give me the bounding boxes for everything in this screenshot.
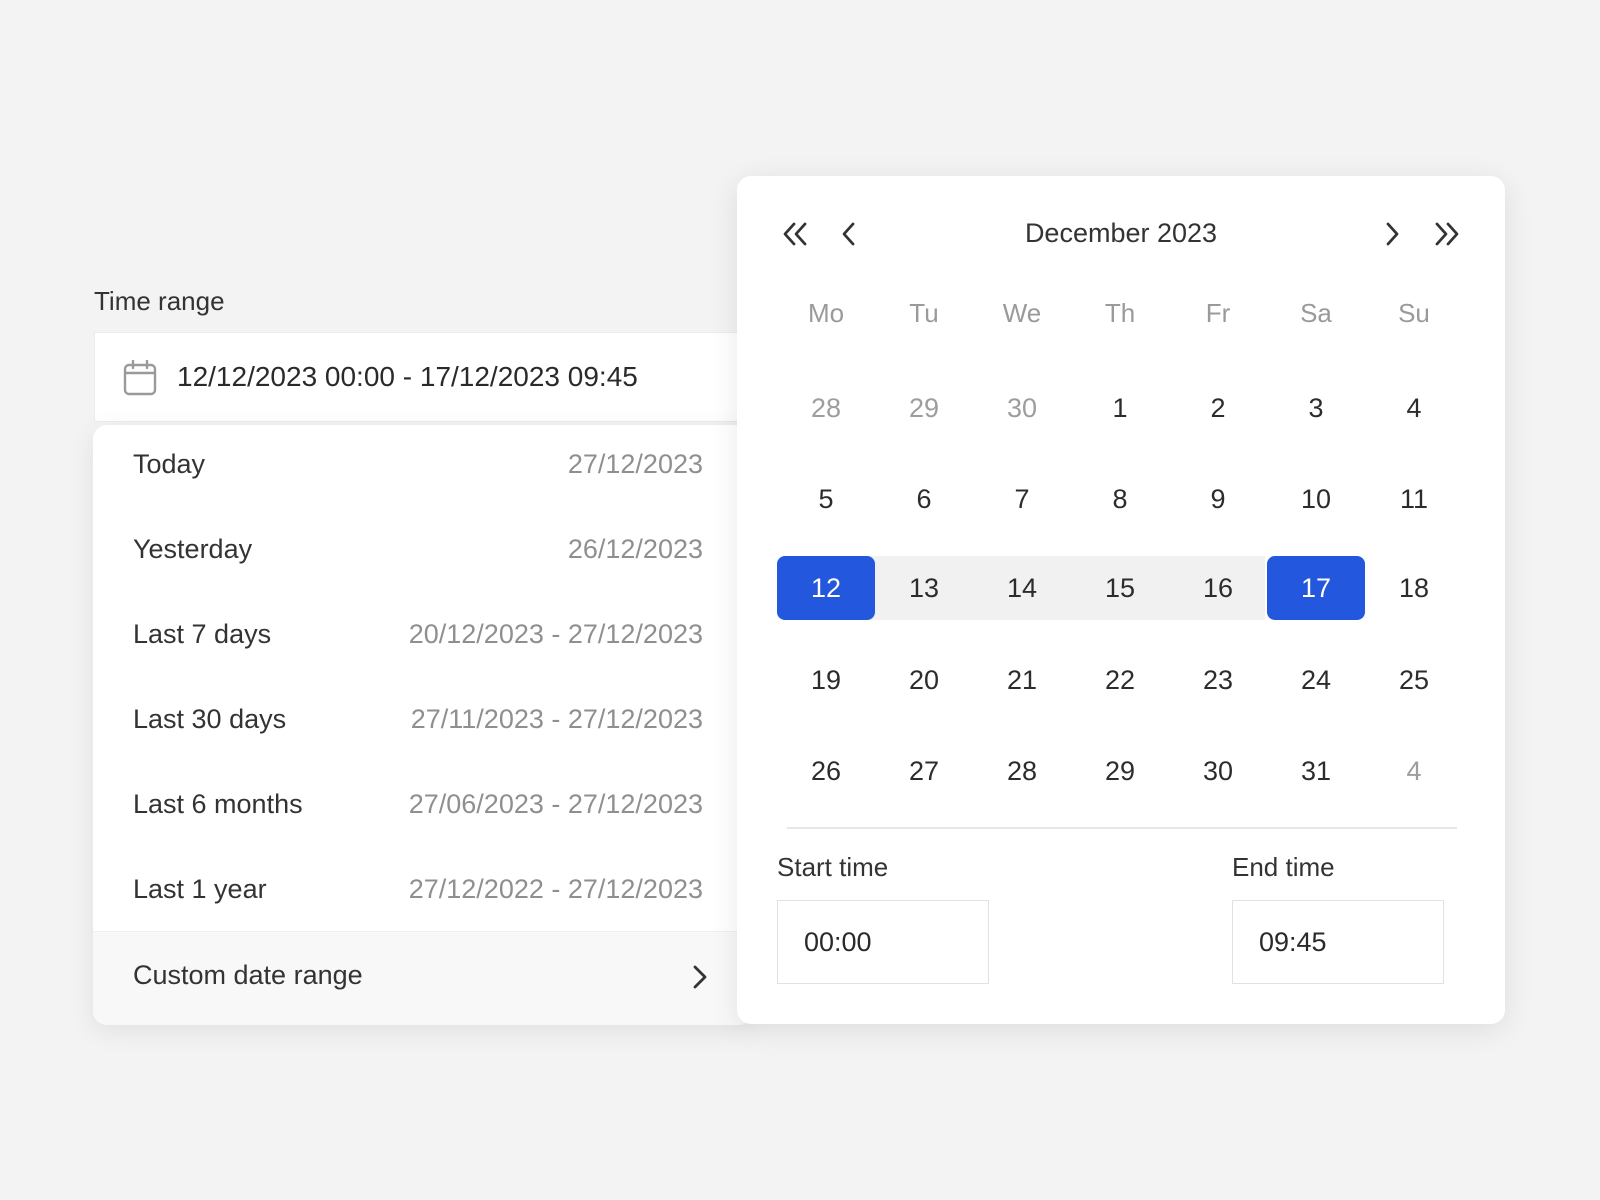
custom-date-range-item[interactable]: Custom date range — [93, 931, 753, 1025]
calendar-panel: December 2023 Mo Tu We Th Fr Sa Su 28 29 3… — [737, 176, 1505, 1024]
day-cell-in-range[interactable]: 13 — [875, 556, 973, 620]
preset-range: 27/06/2023 - 27/12/2023 — [408, 789, 703, 819]
preset-label: Yesterday — [133, 534, 253, 564]
weekday-header: Sa — [1300, 298, 1332, 328]
time-range-label: Time range — [94, 286, 225, 316]
day-cell[interactable]: 19 — [777, 648, 875, 712]
chevron-right-icon — [689, 962, 711, 992]
chevron-right-icon — [1372, 222, 1412, 258]
preset-range: 27/11/2023 - 27/12/2023 — [410, 704, 703, 734]
weekday-header: Th — [1104, 298, 1136, 328]
day-cell[interactable]: 8 — [1071, 467, 1169, 531]
weekday-header: Fr — [1205, 298, 1231, 328]
day-cell[interactable]: 5 — [777, 467, 875, 531]
calendar-icon — [123, 359, 157, 396]
day-cell[interactable]: 11 — [1365, 467, 1463, 531]
day-cell[interactable]: 27 — [875, 739, 973, 803]
day-cell[interactable]: 30 — [1169, 739, 1267, 803]
preset-range: 27/12/2023 — [567, 449, 703, 479]
preset-last-7-days[interactable]: Last 7 days 20/12/2023 - 27/12/2023 — [93, 595, 753, 680]
day-cell[interactable]: 30 — [973, 376, 1071, 440]
preset-last-1-year[interactable]: Last 1 year 27/12/2022 - 27/12/2023 — [93, 850, 753, 935]
preset-range: 20/12/2023 - 27/12/2023 — [408, 619, 703, 649]
day-cell[interactable]: 29 — [1071, 739, 1169, 803]
preset-list: Today 27/12/2023 Yesterday 26/12/2023 La… — [93, 425, 753, 1025]
day-cell-in-range[interactable]: 14 — [973, 556, 1071, 620]
next-month-button[interactable] — [1372, 214, 1412, 254]
preset-yesterday[interactable]: Yesterday 26/12/2023 — [93, 510, 753, 595]
preset-label: Last 1 year — [133, 874, 267, 904]
preset-label: Last 30 days — [133, 704, 287, 734]
weekday-header: Su — [1398, 298, 1430, 328]
preset-label: Last 7 days — [133, 619, 272, 649]
day-cell[interactable]: 4 — [1365, 376, 1463, 440]
day-cell[interactable]: 7 — [973, 467, 1071, 531]
day-cell[interactable]: 2 — [1169, 376, 1267, 440]
preset-last-30-days[interactable]: Last 30 days 27/11/2023 - 27/12/2023 — [93, 680, 753, 765]
day-cell[interactable]: 9 — [1169, 467, 1267, 531]
next-year-button[interactable] — [1425, 214, 1465, 254]
day-cell[interactable]: 21 — [973, 648, 1071, 712]
end-time-input[interactable]: 09:45 — [1232, 900, 1444, 984]
day-cell-in-range[interactable]: 16 — [1169, 556, 1267, 620]
day-cell[interactable]: 4 — [1365, 739, 1463, 803]
day-cell[interactable]: 23 — [1169, 648, 1267, 712]
day-cell-selected[interactable]: 17 — [1267, 556, 1365, 620]
day-cell[interactable]: 1 — [1071, 376, 1169, 440]
custom-date-range-label: Custom date range — [133, 960, 363, 990]
preset-label: Today — [133, 449, 206, 479]
preset-today[interactable]: Today 27/12/2023 — [93, 425, 753, 510]
day-cell[interactable]: 3 — [1267, 376, 1365, 440]
preset-range: 27/12/2022 - 27/12/2023 — [408, 874, 703, 904]
day-cell[interactable]: 20 — [875, 648, 973, 712]
day-cell[interactable]: 26 — [777, 739, 875, 803]
day-cell-in-range[interactable]: 15 — [1071, 556, 1169, 620]
weekday-header: Tu — [909, 298, 939, 328]
start-time-input[interactable]: 00:00 — [777, 900, 989, 984]
day-cell[interactable]: 6 — [875, 467, 973, 531]
divider — [787, 827, 1457, 829]
day-cell[interactable]: 25 — [1365, 648, 1463, 712]
day-cell[interactable]: 18 — [1365, 556, 1463, 620]
time-range-value: 12/12/2023 00:00 - 17/12/2023 09:45 — [177, 361, 638, 392]
day-cell[interactable]: 31 — [1267, 739, 1365, 803]
day-cell[interactable]: 24 — [1267, 648, 1365, 712]
day-cell-selected[interactable]: 12 — [777, 556, 875, 620]
time-range-field[interactable]: 12/12/2023 00:00 - 17/12/2023 09:45 — [94, 332, 754, 422]
day-cell[interactable]: 28 — [973, 739, 1071, 803]
day-cell[interactable]: 22 — [1071, 648, 1169, 712]
day-cell[interactable]: 29 — [875, 376, 973, 440]
weekday-header: We — [1002, 298, 1042, 328]
start-time-label: Start time — [777, 852, 889, 882]
preset-label: Last 6 months — [133, 789, 303, 819]
day-cell[interactable]: 10 — [1267, 467, 1365, 531]
end-time-label: End time — [1232, 852, 1335, 882]
day-cell[interactable]: 28 — [777, 376, 875, 440]
preset-last-6-months[interactable]: Last 6 months 27/06/2023 - 27/12/2023 — [93, 765, 753, 850]
double-chevron-right-icon — [1425, 222, 1465, 258]
preset-range: 26/12/2023 — [567, 534, 703, 564]
weekday-header: Mo — [807, 298, 845, 328]
